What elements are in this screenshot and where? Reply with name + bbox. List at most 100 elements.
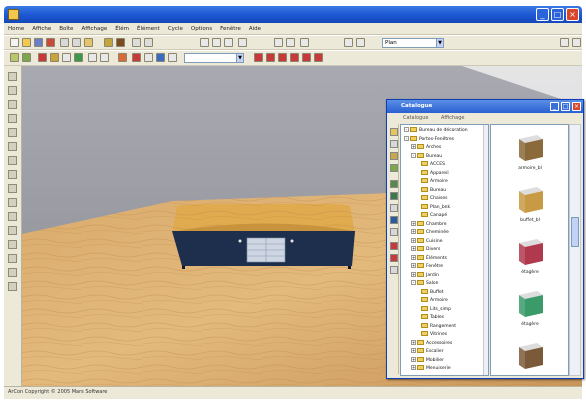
erase-icon[interactable] — [8, 142, 17, 151]
tab-catalogue[interactable]: Catalogue — [403, 115, 428, 121]
marker-red-icon[interactable] — [266, 53, 275, 62]
tree-item[interactable]: Lits_simp — [421, 305, 451, 314]
tree-item[interactable]: Bureau — [421, 186, 446, 195]
menu-item[interactable]: Cycle — [164, 23, 187, 34]
tree-item[interactable]: Plan_bnk — [421, 203, 450, 212]
tree-item[interactable]: + Divers — [411, 246, 440, 254]
stair-icon[interactable] — [62, 53, 71, 62]
view-icon[interactable] — [8, 184, 17, 193]
expander-icon[interactable]: - — [404, 135, 409, 141]
object-icon[interactable] — [390, 204, 398, 212]
expander-icon[interactable]: + — [411, 348, 416, 353]
tree-item[interactable]: + Chambre — [411, 220, 447, 229]
undo-icon[interactable] — [132, 38, 141, 47]
tree-item[interactable]: + Fenêtre — [411, 263, 443, 271]
minimize-button[interactable]: _ — [536, 8, 549, 21]
camera-icon[interactable] — [116, 38, 125, 47]
tree-item[interactable]: + Cuisine — [411, 237, 442, 246]
tree-item[interactable]: - Portes-Fenêtres — [404, 135, 454, 144]
tree-item[interactable]: + Arches — [411, 144, 441, 152]
expander-icon[interactable]: - — [404, 127, 409, 132]
redo-icon[interactable] — [144, 38, 153, 47]
pointer-icon[interactable] — [286, 38, 295, 47]
zoom-icon[interactable] — [8, 268, 17, 277]
paste-icon[interactable] — [84, 38, 93, 47]
settings-icon[interactable] — [390, 266, 398, 274]
shrub-icon[interactable] — [390, 192, 398, 200]
measure-icon[interactable] — [300, 38, 309, 47]
tree-item[interactable]: + Éléments — [411, 254, 447, 263]
render-icon[interactable] — [156, 53, 165, 62]
tree-item[interactable]: + Accessoires — [411, 339, 452, 348]
expander-icon[interactable]: + — [411, 144, 416, 149]
view-select[interactable]: Plan ▼ — [382, 38, 444, 48]
tab-affichage[interactable]: Affichage — [441, 115, 465, 121]
new-icon[interactable] — [10, 38, 19, 47]
lamp-icon[interactable] — [390, 254, 398, 262]
catalog-minimize-button[interactable]: _ — [550, 102, 559, 111]
tree-item[interactable]: Rangement — [421, 322, 456, 331]
select-icon[interactable] — [8, 72, 17, 81]
tree-item[interactable]: - Bureau — [411, 152, 442, 161]
menu-item[interactable]: Home — [4, 23, 28, 34]
section-icon[interactable] — [8, 282, 17, 291]
menu-item[interactable]: Fenêtre — [216, 23, 245, 34]
tree-item[interactable]: + Mobilier — [411, 356, 444, 365]
expander-icon[interactable]: + — [411, 246, 416, 251]
tree-item[interactable]: Buffet — [421, 288, 444, 297]
tree-item[interactable]: + Escalier — [411, 348, 444, 356]
marker-red-icon[interactable] — [314, 53, 323, 62]
info-icon[interactable] — [572, 38, 581, 47]
catalog-close-button[interactable]: × — [572, 102, 581, 111]
roof-icon[interactable] — [50, 53, 59, 62]
copy-icon[interactable] — [72, 38, 81, 47]
tree-item[interactable]: Vitrines — [421, 331, 447, 339]
catalog-thumbnails[interactable]: armoire_bl buffet_bl étagère étagère — [490, 124, 569, 376]
terrain-icon[interactable] — [10, 53, 19, 62]
expander-icon[interactable]: - — [411, 280, 416, 285]
sideboard-cabinet[interactable] — [172, 204, 355, 269]
search-icon[interactable] — [390, 140, 398, 148]
light-icon[interactable] — [8, 212, 17, 221]
tree-item[interactable]: Tables — [421, 314, 444, 322]
zoom-window-icon[interactable] — [224, 38, 233, 47]
menu-item[interactable]: Élém — [111, 23, 133, 34]
marker-red-icon[interactable] — [278, 53, 287, 62]
tree-item[interactable]: + Menuiserie — [411, 365, 451, 373]
tool-icon[interactable] — [390, 228, 398, 236]
print-icon[interactable] — [46, 38, 55, 47]
move-icon[interactable] — [8, 86, 17, 95]
marker-red-icon[interactable] — [254, 53, 263, 62]
close-button[interactable]: × — [566, 8, 579, 21]
tree-item[interactable]: + Cheminée — [411, 229, 449, 237]
tree-item[interactable]: + Jardin — [411, 271, 439, 280]
color-icon[interactable] — [132, 53, 141, 62]
pan-icon[interactable] — [8, 254, 17, 263]
scroll-thumb[interactable] — [571, 217, 579, 247]
expander-icon[interactable]: + — [411, 237, 416, 243]
grid-icon[interactable] — [168, 53, 177, 62]
dimension-icon[interactable] — [100, 53, 109, 62]
tree-scrollbar[interactable] — [483, 125, 488, 375]
expander-icon[interactable]: + — [411, 254, 416, 260]
expander-icon[interactable]: + — [411, 365, 416, 370]
zoom-all-icon[interactable] — [238, 38, 247, 47]
save-icon[interactable] — [34, 38, 43, 47]
texture-icon[interactable] — [144, 53, 153, 62]
folder-icon[interactable] — [390, 128, 398, 136]
tree-item[interactable]: ACCES — [421, 161, 445, 169]
tree-item[interactable]: Chaises — [421, 195, 447, 203]
wall-icon[interactable] — [38, 53, 47, 62]
marker-red-icon[interactable] — [290, 53, 299, 62]
expander-icon[interactable]: + — [411, 339, 416, 345]
menu-item[interactable]: Élément — [133, 23, 164, 34]
expander-icon[interactable]: + — [411, 356, 416, 362]
cursor-icon[interactable] — [344, 38, 353, 47]
light-icon[interactable] — [118, 53, 127, 62]
text-icon[interactable] — [88, 53, 97, 62]
select-tool-icon[interactable] — [274, 38, 283, 47]
orbit-icon[interactable] — [8, 240, 17, 249]
draw-icon[interactable] — [8, 128, 17, 137]
menu-item[interactable]: Affichage — [77, 23, 111, 34]
book-icon[interactable] — [390, 152, 398, 160]
